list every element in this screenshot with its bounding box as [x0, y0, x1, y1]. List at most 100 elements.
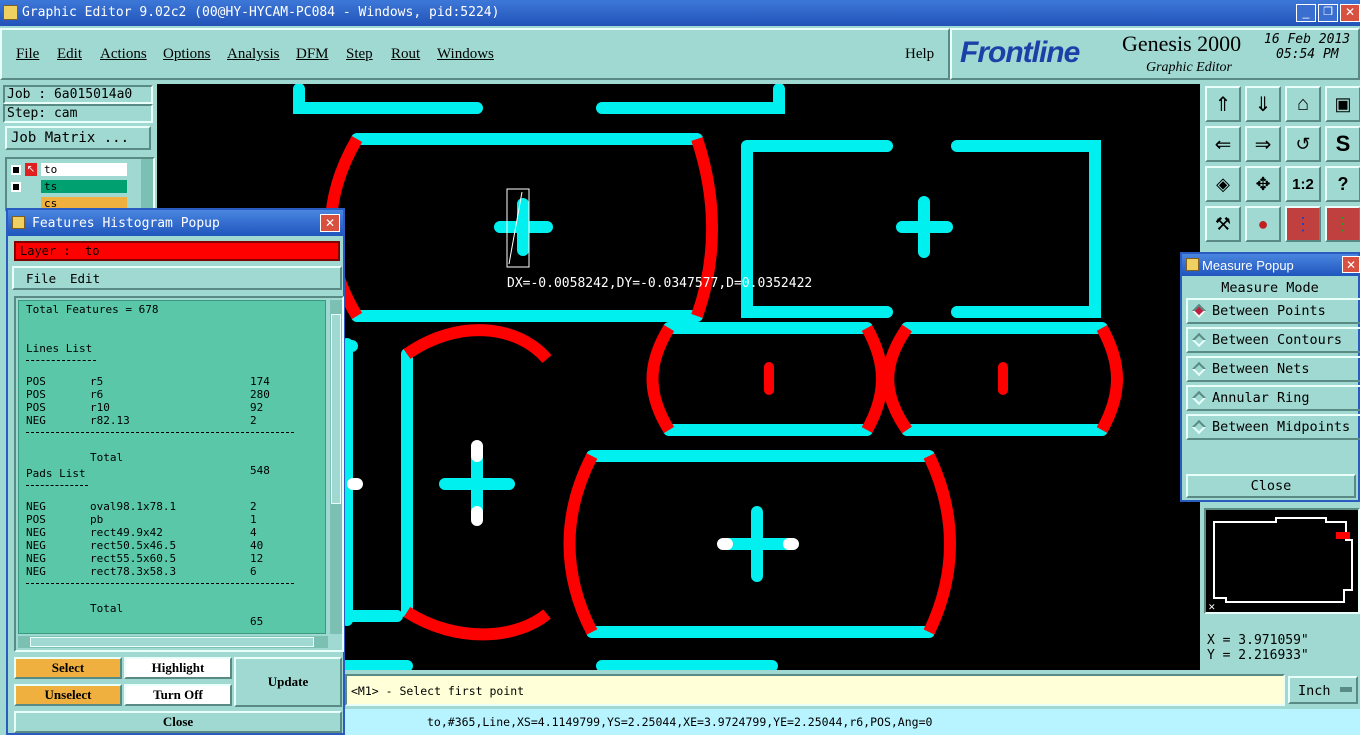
- pad-row[interactable]: NEG oval98.1x78.1 2: [26, 500, 325, 513]
- menu-dfm[interactable]: DFM: [296, 46, 329, 63]
- window-icon[interactable]: ▣: [1325, 86, 1360, 122]
- vertical-scrollbar[interactable]: [330, 300, 342, 634]
- histogram-menu-file[interactable]: File: [26, 271, 56, 286]
- layer-name: to: [41, 163, 127, 176]
- close-button[interactable]: ✕: [1340, 4, 1360, 22]
- pad-row[interactable]: POS pb 1: [26, 513, 325, 526]
- menu-options[interactable]: Options: [163, 46, 211, 63]
- horizontal-scrollbar[interactable]: [18, 636, 328, 648]
- menu-step[interactable]: Step: [346, 46, 373, 63]
- mode-between-contours[interactable]: Between Contours: [1186, 327, 1360, 353]
- histogram-menubar: File Edit: [12, 266, 342, 290]
- pin-icon[interactable]: ●: [1245, 206, 1281, 242]
- mode-between-midpoints[interactable]: Between Midpoints: [1186, 414, 1360, 440]
- layer-row-ts[interactable]: ts: [11, 180, 129, 194]
- y-coordinate: Y = 2.216933": [1207, 648, 1309, 663]
- menu-file[interactable]: File: [16, 46, 39, 63]
- scale-1-2-icon[interactable]: 1:2: [1285, 166, 1321, 202]
- hscroll-thumb[interactable]: [30, 637, 314, 647]
- overview-map[interactable]: ✕: [1204, 508, 1360, 614]
- brand-area: Frontline Genesis 2000 Graphic Editor 16…: [950, 28, 1360, 80]
- zoom-fit-icon[interactable]: ◈: [1205, 166, 1241, 202]
- mode-label: Annular Ring: [1212, 390, 1310, 406]
- lines-total-label: Total: [90, 451, 124, 464]
- net-connect-icon[interactable]: ⋮: [1325, 206, 1360, 242]
- job-matrix-button[interactable]: Job Matrix ...: [5, 126, 151, 150]
- polarity: NEG: [26, 526, 46, 539]
- unselect-button[interactable]: Unselect: [14, 684, 122, 706]
- mode-label: Between Points: [1212, 303, 1326, 319]
- minimize-button[interactable]: _: [1296, 4, 1316, 22]
- symbol: pb: [90, 513, 104, 526]
- count: 4: [250, 526, 257, 539]
- histogram-close-button[interactable]: Close: [14, 711, 342, 733]
- snap-icon[interactable]: ↺: [1285, 126, 1321, 162]
- histogram-text-area: Total Features = 678 Lines List POS r5 174…: [18, 300, 326, 634]
- menu-help[interactable]: Help: [905, 46, 934, 63]
- mode-between-nets[interactable]: Between Nets: [1186, 356, 1360, 382]
- affected-icon: ↖: [25, 163, 37, 176]
- histogram-close-icon[interactable]: ✕: [320, 214, 340, 232]
- menu-analysis[interactable]: Analysis: [227, 46, 280, 63]
- maximize-button[interactable]: ❐: [1318, 4, 1338, 22]
- measure-close-button[interactable]: Close: [1186, 474, 1356, 498]
- tools-icon[interactable]: ⚒: [1205, 206, 1241, 242]
- symbol: rect55.5x60.5: [90, 552, 177, 565]
- line-row[interactable]: POS r10 92: [26, 401, 325, 414]
- pan-right-icon[interactable]: ⇒: [1245, 126, 1281, 162]
- zoom-area-icon[interactable]: ✥: [1245, 166, 1281, 202]
- layer-indicator: Layer : to: [14, 241, 340, 261]
- menu-rout[interactable]: Rout: [391, 46, 420, 63]
- features-histogram-popup: Features Histogram Popup ✕ Layer : to Fi…: [6, 208, 345, 735]
- pad-row[interactable]: NEG rect50.5x46.5 40: [26, 539, 325, 552]
- histogram-titlebar[interactable]: Features Histogram Popup ✕: [8, 210, 343, 236]
- zoom-up-icon[interactable]: ⇑: [1205, 86, 1241, 122]
- highlight-button[interactable]: Highlight: [124, 657, 232, 679]
- product-name: Genesis 2000: [1122, 31, 1242, 56]
- update-button[interactable]: Update: [234, 657, 342, 707]
- lines-underline: [26, 355, 96, 361]
- pad-row[interactable]: NEG rect78.3x58.3 6: [26, 565, 325, 578]
- pads-total-value: 65: [250, 615, 264, 628]
- pan-left-icon[interactable]: ⇐: [1205, 126, 1241, 162]
- scroll-thumb[interactable]: [331, 314, 341, 504]
- units-selector[interactable]: Inch: [1288, 676, 1358, 704]
- layer-list-scrollbar[interactable]: [141, 159, 153, 210]
- polarity: POS: [26, 388, 46, 401]
- pad-row[interactable]: NEG rect55.5x60.5 12: [26, 552, 325, 565]
- pads-separator: [26, 578, 294, 584]
- polarity: POS: [26, 375, 46, 388]
- board-outline: ✕: [1208, 517, 1353, 613]
- menu-edit[interactable]: Edit: [57, 46, 82, 63]
- units-value: Inch: [1298, 683, 1331, 699]
- layer-checkbox[interactable]: [11, 165, 21, 175]
- measure-close-icon[interactable]: ✕: [1342, 256, 1360, 273]
- frontline-logo: Frontline: [960, 36, 1080, 69]
- redraw-icon[interactable]: S: [1325, 126, 1360, 162]
- select-button[interactable]: Select: [14, 657, 122, 679]
- net-icon[interactable]: ⋮: [1285, 206, 1321, 242]
- turn-off-button[interactable]: Turn Off: [124, 684, 232, 706]
- menu-windows[interactable]: Windows: [437, 46, 494, 63]
- help-icon[interactable]: ?: [1325, 166, 1360, 202]
- histogram-menu-edit[interactable]: Edit: [70, 271, 100, 286]
- pad-row[interactable]: NEG rect49.9x42 4: [26, 526, 325, 539]
- measure-popup-titlebar[interactable]: Measure Popup ✕: [1182, 254, 1360, 276]
- svg-text:✕: ✕: [1208, 603, 1216, 612]
- count: 92: [250, 401, 264, 414]
- home-icon[interactable]: ⌂: [1285, 86, 1321, 122]
- mode-between-points[interactable]: Between Points: [1186, 298, 1360, 324]
- date-display: 16 Feb 2013: [1264, 32, 1351, 47]
- menu-actions[interactable]: Actions: [100, 46, 147, 63]
- line-row[interactable]: POS r6 280: [26, 388, 325, 401]
- layer-checkbox[interactable]: [11, 182, 21, 192]
- x-coordinate: X = 3.971059": [1207, 633, 1309, 648]
- line-row[interactable]: POS r5 174: [26, 375, 325, 388]
- layer-list: ↖ to ts cs: [5, 157, 155, 212]
- layer-row-to[interactable]: ↖ to: [11, 163, 129, 177]
- lines-total-row: Total 548: [26, 438, 325, 477]
- job-label: Job : 6a015014a0: [3, 85, 153, 104]
- line-row[interactable]: NEG r82.13 2: [26, 414, 325, 427]
- zoom-down-icon[interactable]: ⇓: [1245, 86, 1281, 122]
- mode-annular-ring[interactable]: Annular Ring: [1186, 385, 1360, 411]
